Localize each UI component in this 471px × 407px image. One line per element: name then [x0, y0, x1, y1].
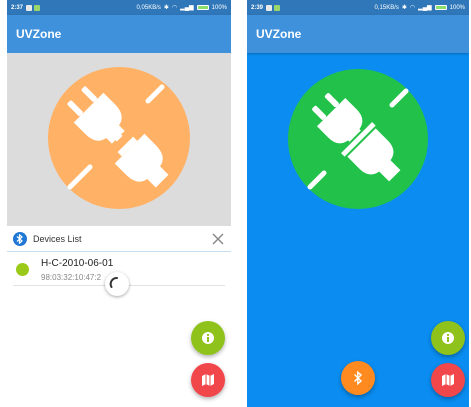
connect-toggle-button[interactable]	[48, 67, 190, 209]
battery-percent: 100%	[449, 4, 465, 11]
connect-toggle-button[interactable]	[288, 69, 428, 209]
app-bar: UVZone	[247, 15, 469, 53]
status-bar: 2:37 0,05KB/s ✱ ◠ ▂▄▆ 100%	[7, 0, 231, 15]
info-button[interactable]	[191, 321, 225, 355]
bluetooth-icon	[13, 231, 27, 246]
info-icon	[442, 332, 454, 344]
close-icon[interactable]	[211, 232, 225, 246]
device-name: H-C-2010-06-01	[41, 258, 114, 269]
plug-connected-icon	[307, 88, 409, 190]
bluetooth-button[interactable]	[341, 361, 375, 395]
device-status-dot	[16, 263, 29, 276]
signal-icon: ▂▄▆	[418, 5, 432, 11]
devices-list-title: Devices List	[33, 233, 82, 244]
phone-screen-disconnected: 2:37 0,05KB/s ✱ ◠ ▂▄▆ 100% UVZone Device…	[7, 0, 231, 407]
battery-icon	[196, 5, 209, 10]
devices-header: Devices List	[7, 226, 231, 252]
battery-icon	[434, 5, 447, 10]
map-button[interactable]	[191, 363, 225, 397]
notification-icon	[34, 4, 41, 11]
network-speed: 0,15KB/s	[374, 4, 399, 11]
phone-screen-connected: 2:39 0,15KB/s ✱ ◠ ▂▄▆ 100% UVZone	[247, 0, 469, 407]
app-title: UVZone	[256, 27, 302, 41]
notification-icon	[274, 4, 281, 11]
map-icon	[202, 374, 214, 386]
notification-icon	[26, 4, 33, 11]
wifi-icon: ◠	[409, 5, 416, 11]
battery-percent: 100%	[211, 4, 227, 11]
loading-spinner-icon	[105, 272, 129, 296]
info-icon	[202, 332, 214, 344]
notification-icon	[266, 4, 273, 11]
info-button[interactable]	[431, 321, 465, 355]
bluetooth-status-icon: ✱	[401, 5, 407, 11]
status-time: 2:39	[251, 4, 264, 11]
app-bar: UVZone	[7, 15, 231, 53]
signal-icon: ▂▄▆	[180, 5, 194, 11]
bluetooth-status-icon: ✱	[163, 5, 169, 11]
plug-disconnected-icon	[67, 84, 169, 190]
bluetooth-icon	[354, 371, 363, 385]
map-button[interactable]	[431, 363, 465, 397]
connection-hero	[7, 53, 231, 226]
map-icon	[442, 374, 454, 386]
wifi-icon: ◠	[171, 5, 178, 11]
device-address: 98:03:32:10:47:2	[41, 273, 102, 282]
status-bar: 2:39 0,15KB/s ✱ ◠ ▂▄▆ 100%	[247, 0, 469, 15]
status-time: 2:37	[11, 4, 24, 11]
app-title: UVZone	[16, 27, 62, 41]
network-speed: 0,05KB/s	[136, 4, 161, 11]
